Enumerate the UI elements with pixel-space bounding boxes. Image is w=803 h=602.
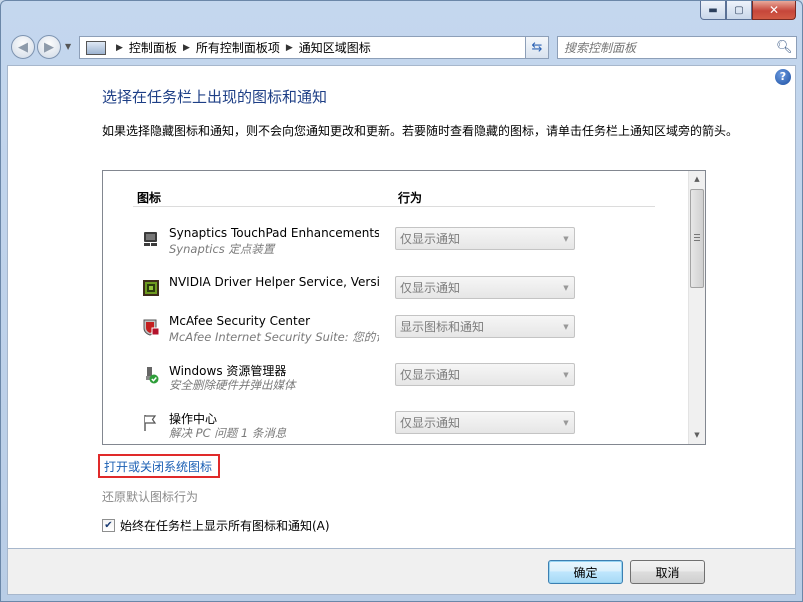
scrollbar-thumb[interactable] — [690, 189, 704, 288]
breadcrumb-all-items[interactable]: 所有控制面板项 — [196, 39, 280, 56]
behavior-select-value: 显示图标和通知 — [400, 320, 485, 334]
search-box: 🔍︎ — [557, 36, 797, 59]
help-icon[interactable]: ? — [775, 69, 791, 85]
behavior-select-value: 仅显示通知 — [400, 281, 461, 295]
chevron-down-icon: ▼ — [563, 283, 569, 292]
row-name: McAfee Security Center — [169, 314, 311, 328]
chevron-down-icon: ▼ — [563, 322, 569, 331]
notification-icons-list: 图标 行为 Synaptics TouchPad Enhancements Sy… — [102, 170, 706, 445]
cancel-button[interactable]: 取消 — [630, 560, 705, 584]
chevron-down-icon: ▼ — [563, 418, 569, 427]
touchpad-icon — [144, 232, 157, 246]
scroll-up-icon[interactable]: ▲ — [689, 171, 705, 188]
behavior-select[interactable]: 仅显示通知 ▼ — [395, 276, 575, 299]
list-item: Synaptics TouchPad Enhancements Synaptic… — [137, 226, 577, 266]
restore-default-link[interactable]: 还原默认图标行为 — [102, 488, 198, 505]
navigation-bar: ◀ ▶ ▼ ▶ 控制面板 ▶ 所有控制面板项 ▶ 通知区域图标 ▼ ⇆ 🔍︎ — [7, 31, 797, 61]
chevron-down-icon: ▼ — [563, 234, 569, 243]
row-subtitle: 安全删除硬件并弹出媒体 — [169, 378, 296, 392]
close-button[interactable]: ✕ — [752, 1, 796, 20]
row-name: NVIDIA Driver Helper Service, Version ..… — [169, 275, 379, 289]
grip-icon — [694, 234, 700, 241]
breadcrumb-separator-icon[interactable]: ▶ — [286, 43, 293, 53]
list-item: NVIDIA Driver Helper Service, Version ..… — [137, 275, 577, 315]
row-subtitle: McAfee Internet Security Suite: 您的计... — [169, 330, 379, 344]
always-show-checkbox[interactable]: ✔ — [102, 519, 115, 532]
row-name: Synaptics TouchPad Enhancements — [169, 226, 379, 240]
column-header-behavior: 行为 — [398, 191, 423, 205]
always-show-label[interactable]: 始终在任务栏上显示所有图标和通知(A) — [120, 517, 330, 534]
vertical-scrollbar[interactable]: ▲ ▼ — [688, 171, 705, 444]
row-subtitle: 解决 PC 问题 1 条消息 — [169, 426, 287, 440]
nvidia-icon — [143, 280, 159, 296]
forward-arrow-icon: ▶ — [44, 39, 54, 55]
header-divider — [133, 206, 655, 207]
action-center-flag-icon — [144, 415, 157, 431]
ok-button[interactable]: 确定 — [548, 560, 623, 584]
chevron-down-icon: ▼ — [563, 370, 569, 379]
breadcrumb: ▶ 控制面板 ▶ 所有控制面板项 ▶ 通知区域图标 — [110, 39, 530, 56]
back-button[interactable]: ◀ — [11, 35, 35, 59]
recent-pages-dropdown-icon[interactable]: ▼ — [65, 42, 71, 51]
search-input[interactable] — [558, 40, 776, 55]
behavior-select[interactable]: 仅显示通知 ▼ — [395, 227, 575, 250]
behavior-select[interactable]: 显示图标和通知 ▼ — [395, 315, 575, 338]
control-panel-window: ▬ ▢ ✕ ◀ ▶ ▼ ▶ 控制面板 ▶ 所有控制面板项 ▶ 通知区域图标 ▼ … — [0, 0, 803, 602]
list-item: 操作中心 解决 PC 问题 1 条消息 仅显示通知 ▼ — [137, 410, 577, 444]
search-icon[interactable]: 🔍︎ — [776, 40, 796, 55]
list-item: McAfee Security Center McAfee Internet S… — [137, 314, 577, 354]
main-content: ? 选择在任务栏上出现的图标和通知 如果选择隐藏图标和通知，则不会向您通知更改和… — [7, 65, 796, 549]
column-header-icon: 图标 — [137, 191, 162, 205]
caption-buttons: ▬ ▢ ✕ — [700, 1, 796, 20]
mcafee-icon — [143, 319, 160, 336]
page-description: 如果选择隐藏图标和通知，则不会向您通知更改和更新。若要随时查看隐藏的图标，请单击… — [102, 124, 739, 138]
scroll-down-icon[interactable]: ▼ — [689, 427, 705, 444]
behavior-select[interactable]: 仅显示通知 ▼ — [395, 363, 575, 386]
behavior-select[interactable]: 仅显示通知 ▼ — [395, 411, 575, 434]
always-show-option[interactable]: ✔ 始终在任务栏上显示所有图标和通知(A) — [102, 517, 330, 534]
address-bar[interactable]: ▶ 控制面板 ▶ 所有控制面板项 ▶ 通知区域图标 ▼ — [79, 36, 549, 59]
minimize-button[interactable]: ▬ — [700, 1, 726, 20]
back-arrow-icon: ◀ — [18, 39, 28, 55]
system-icons-link-highlight: 打开或关闭系统图标 — [98, 454, 220, 478]
behavior-select-value: 仅显示通知 — [400, 368, 461, 382]
system-icons-link[interactable]: 打开或关闭系统图标 — [104, 458, 212, 475]
breadcrumb-notification-icons[interactable]: 通知区域图标 — [299, 39, 371, 56]
behavior-select-value: 仅显示通知 — [400, 416, 461, 430]
usb-safe-remove-icon — [146, 367, 159, 384]
forward-button[interactable]: ▶ — [37, 35, 61, 59]
maximize-button[interactable]: ▢ — [726, 1, 752, 20]
breadcrumb-separator-icon[interactable]: ▶ — [116, 43, 123, 53]
dialog-footer: 确定 取消 — [7, 549, 796, 595]
checkmark-icon: ✔ — [104, 520, 113, 531]
breadcrumb-control-panel[interactable]: 控制面板 — [129, 39, 177, 56]
page-title: 选择在任务栏上出现的图标和通知 — [102, 88, 328, 106]
behavior-select-value: 仅显示通知 — [400, 232, 461, 246]
list-item: Windows 资源管理器 安全删除硬件并弹出媒体 仅显示通知 ▼ — [137, 362, 577, 402]
refresh-button[interactable]: ⇆ — [525, 36, 549, 59]
refresh-icon: ⇆ — [531, 40, 543, 55]
row-subtitle: Synaptics 定点装置 — [169, 242, 275, 256]
control-panel-icon — [86, 40, 106, 55]
breadcrumb-separator-icon[interactable]: ▶ — [183, 43, 190, 53]
